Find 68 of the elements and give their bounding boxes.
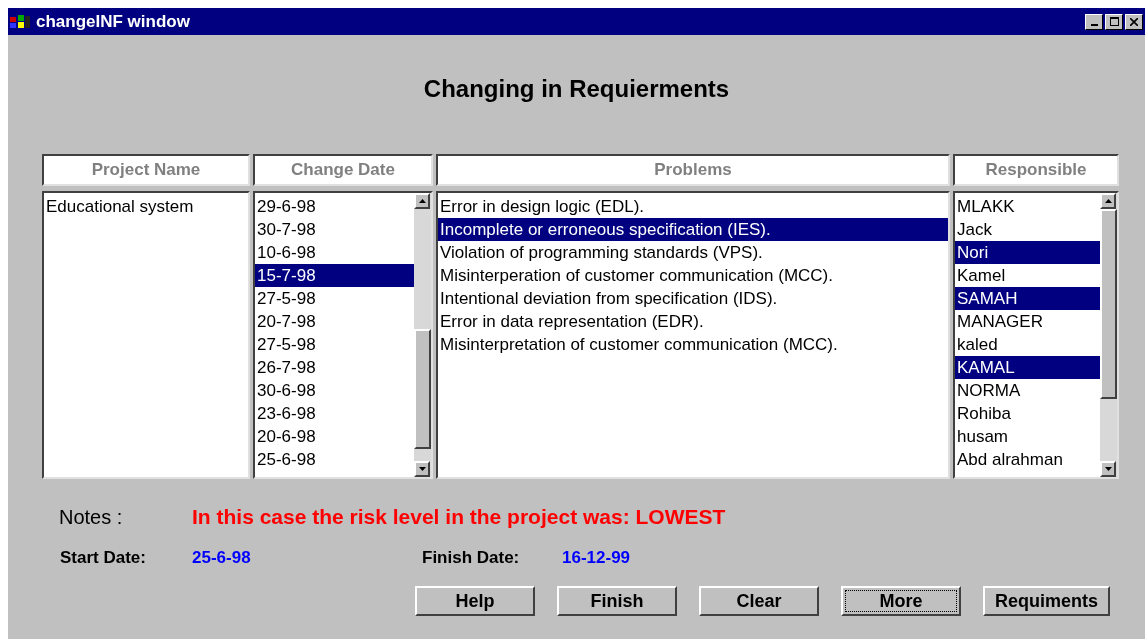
scroll-thumb[interactable] <box>1100 209 1117 399</box>
list-item[interactable]: MLAKK <box>955 195 1100 218</box>
list-item[interactable]: Educational system <box>44 195 248 218</box>
list-item[interactable]: 10-6-98 <box>255 241 414 264</box>
list-item[interactable]: 20-6-98 <box>255 425 414 448</box>
list-item[interactable]: MANAGER <box>955 310 1100 333</box>
list-item[interactable]: 15-7-98 <box>255 264 414 287</box>
push-button[interactable]: Finish <box>557 586 677 616</box>
column-header: Change Date <box>253 154 433 186</box>
minimize-button[interactable] <box>1085 13 1103 30</box>
list-item[interactable]: KAMAL <box>955 356 1100 379</box>
list-item[interactable]: 30-6-98 <box>255 379 414 402</box>
list-item[interactable]: Nori <box>955 241 1100 264</box>
up-arrow-icon <box>418 199 426 203</box>
list-item[interactable]: kaled <box>955 333 1100 356</box>
up-arrow-icon <box>1104 199 1112 203</box>
list-item[interactable]: Violation of programming standards (VPS). <box>438 241 948 264</box>
scroll-thumb[interactable] <box>414 329 431 449</box>
scroll-up-button[interactable] <box>1100 193 1116 209</box>
notes-label: Notes : <box>59 504 124 530</box>
list-item[interactable]: 23-6-98 <box>255 402 414 425</box>
list-item[interactable]: 30-7-98 <box>255 218 414 241</box>
maximize-button[interactable] <box>1105 13 1123 30</box>
down-arrow-icon <box>1104 467 1112 471</box>
scroll-down-button[interactable] <box>414 461 430 477</box>
list-item[interactable]: Incomplete or erroneous specification (IES). <box>438 218 948 241</box>
close-button[interactable] <box>1125 13 1143 30</box>
scrollbar[interactable] <box>1100 193 1117 477</box>
column-header: Responsible <box>953 154 1119 186</box>
list-item[interactable]: Rohiba <box>955 402 1100 425</box>
push-button[interactable]: Help <box>415 586 535 616</box>
down-arrow-icon <box>418 467 426 471</box>
start-date-label: Start Date: <box>60 546 147 569</box>
list-item[interactable]: 20-7-98 <box>255 310 414 333</box>
list-item[interactable]: 27-5-98 <box>255 333 414 356</box>
list-item[interactable]: Abd alrahman <box>955 448 1100 471</box>
push-button[interactable]: More <box>841 586 961 616</box>
maximize-icon <box>1109 17 1119 26</box>
column-header: Problems <box>436 154 950 186</box>
list-item[interactable]: SAMAH <box>955 287 1100 310</box>
list-item[interactable]: 27-5-98 <box>255 287 414 310</box>
finish-date-label: Finish Date: <box>422 546 521 569</box>
window-title: changeINF window <box>36 10 190 33</box>
list-item[interactable]: Intentional deviation from specification (IDS). <box>438 287 948 310</box>
scrollbar[interactable] <box>414 193 431 477</box>
list-item[interactable]: Misinterperation of customer communication (MCC). <box>438 264 948 287</box>
close-icon <box>1130 17 1138 26</box>
heading: Changing in Requierments <box>423 74 730 104</box>
push-button[interactable]: Clear <box>699 586 819 616</box>
list-item[interactable]: Error in design logic (EDL). <box>438 195 948 218</box>
list-item[interactable]: Error in data representation (EDR). <box>438 310 948 333</box>
push-button[interactable]: Requiments <box>983 586 1111 616</box>
minimize-icon <box>1090 23 1098 26</box>
list-item[interactable]: 29-6-98 <box>255 195 414 218</box>
list-item[interactable]: Jack <box>955 218 1100 241</box>
app-icon <box>10 13 32 30</box>
list-item[interactable]: husam <box>955 425 1100 448</box>
notes-text: In this case the risk level in the project was: LOWEST <box>192 504 726 530</box>
list-item[interactable]: 26-7-98 <box>255 356 414 379</box>
column-header: Project Name <box>42 154 250 186</box>
scroll-up-button[interactable] <box>414 193 430 209</box>
list-item[interactable]: Misinterpretation of customer communication (MCC). <box>438 333 948 356</box>
list-item[interactable]: Kamel <box>955 264 1100 287</box>
finish-date-value: 16-12-99 <box>562 546 631 569</box>
list-item[interactable]: NORMA <box>955 379 1100 402</box>
list-item[interactable]: 25-6-98 <box>255 448 414 471</box>
scroll-down-button[interactable] <box>1100 461 1116 477</box>
start-date-value: 25-6-98 <box>192 546 252 569</box>
